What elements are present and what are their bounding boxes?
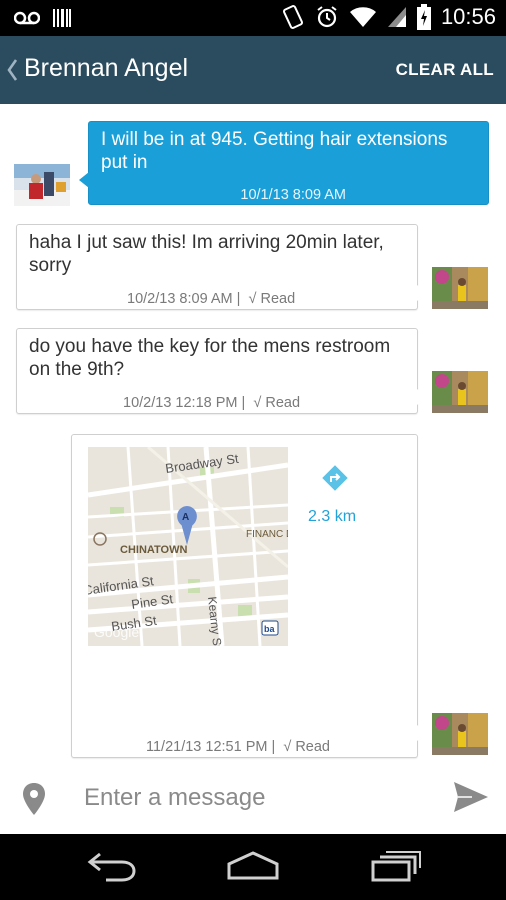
back-icon[interactable]: [86, 850, 138, 882]
vibrate-icon: [282, 5, 303, 29]
recent-apps-icon[interactable]: [370, 850, 422, 882]
avatar[interactable]: [432, 371, 488, 413]
signal-icon: [387, 7, 406, 27]
barcode-icon: [53, 9, 71, 27]
message-text: do you have the key for the mens restroo…: [29, 336, 391, 380]
read-receipt: √ Read: [248, 291, 296, 307]
map-marker-label: A: [182, 512, 189, 523]
map-thumbnail[interactable]: Broadway St CHINATOWN California St Pine…: [88, 447, 288, 646]
message-bubble-location[interactable]: Broadway St CHINATOWN California St Pine…: [71, 434, 427, 759]
map-label: CHINATOWN: [120, 544, 187, 556]
message-bubble-incoming[interactable]: do you have the key for the mens restroo…: [16, 328, 427, 415]
avatar[interactable]: [432, 267, 488, 309]
message-status: 10/2/13 8:09 AM | √ Read: [127, 288, 295, 311]
wifi-icon: [349, 7, 376, 27]
avatar[interactable]: [432, 713, 488, 755]
message-bubble-outgoing[interactable]: I will be in at 945. Getting hair extens…: [79, 121, 489, 205]
message-status: 10/2/13 12:18 PM | √ Read: [123, 392, 300, 415]
message-text: haha I jut saw this! Im arriving 20min l…: [29, 232, 384, 276]
battery-charging-icon: [416, 4, 431, 30]
map-label: FINANC DISTR: [246, 529, 288, 540]
back-chevron-icon[interactable]: [4, 56, 20, 84]
bubble-tail: [79, 172, 89, 188]
clock-time: 10:56: [440, 4, 496, 29]
clear-all-button[interactable]: CLEAR ALL: [396, 60, 494, 80]
message-bubble-incoming[interactable]: haha I jut saw this! Im arriving 20min l…: [16, 224, 427, 311]
message-composer: [0, 764, 506, 834]
meta-separator: |: [241, 395, 246, 411]
voicemail-icon: [14, 11, 40, 25]
message-timestamp: 10/2/13 8:09 AM: [127, 291, 233, 307]
read-receipt: √ Read: [253, 395, 301, 411]
navigation-bar: [0, 834, 506, 900]
bubble-tail: [417, 725, 427, 741]
send-icon[interactable]: [452, 780, 490, 814]
message-list[interactable]: I will be in at 945. Getting hair extens…: [0, 104, 506, 764]
home-icon[interactable]: [226, 850, 280, 882]
meta-separator: |: [236, 291, 241, 307]
bubble-tail: [417, 389, 427, 405]
location-pin-icon[interactable]: [22, 782, 46, 816]
message-text: I will be in at 945. Getting hair extens…: [101, 129, 448, 173]
directions-icon[interactable]: [320, 463, 350, 493]
status-bar: 10:56: [0, 0, 506, 36]
message-status: 11/21/13 12:51 PM | √ Read: [146, 736, 330, 759]
message-timestamp: 10/1/13 8:09 AM: [240, 187, 346, 203]
meta-separator: |: [271, 739, 276, 755]
avatar[interactable]: [14, 164, 70, 206]
map-watermark: Google: [94, 624, 139, 640]
svg-text:ba: ba: [264, 624, 275, 634]
message-timestamp: 11/21/13 12:51 PM: [146, 739, 268, 755]
distance-label: 2.3 km: [308, 508, 357, 525]
alarm-icon: [317, 6, 337, 28]
message-timestamp: 10/2/13 12:18 PM: [123, 395, 238, 411]
read-receipt: √ Read: [283, 739, 330, 755]
conversation-title[interactable]: Brennan Angel: [24, 54, 188, 83]
bubble-tail: [417, 285, 427, 301]
action-bar: Brennan Angel CLEAR ALL: [0, 36, 506, 104]
message-input[interactable]: [84, 778, 424, 818]
